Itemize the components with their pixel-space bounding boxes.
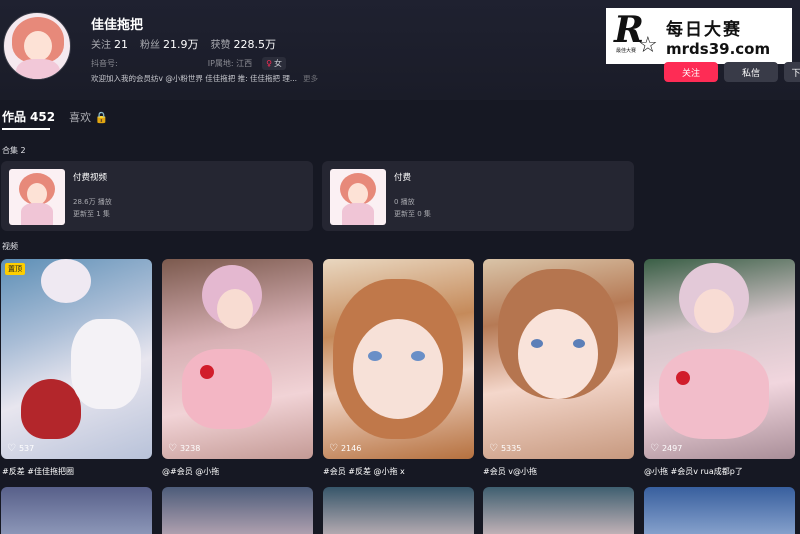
video-card[interactable]: 置顶 ♡ 537 xyxy=(1,259,152,459)
collection-updated: 更新至 0 集 xyxy=(394,210,431,218)
avatar[interactable] xyxy=(3,12,71,80)
video-likes: ♡ 2497 xyxy=(650,443,683,454)
more-button[interactable]: 下 xyxy=(784,62,800,82)
profile-bio: 欢迎加入我的会员纺v @小粉世界 佳佳拖把 推: 佳佳拖把 理... 更多 xyxy=(91,74,319,83)
collection-thumbnail xyxy=(330,169,386,225)
message-button[interactable]: 私信 xyxy=(724,62,778,82)
watermark-emblem: R ☆ 最佳大赛 xyxy=(614,9,658,58)
collections-label: 合集 2 xyxy=(2,146,26,155)
heart-icon: ♡ xyxy=(329,443,338,454)
star-icon: ☆ xyxy=(638,33,658,58)
video-card[interactable] xyxy=(644,487,795,534)
douyin-id-label: 抖音号: xyxy=(91,59,118,68)
heart-icon: ♡ xyxy=(7,443,16,454)
profile-name: 佳佳拖把 xyxy=(91,18,144,33)
video-caption[interactable]: @小拖 #会员v rua成都p了 xyxy=(644,466,743,477)
lock-icon: 🔒 xyxy=(94,111,109,124)
collection-plays: 28.6万 播放 xyxy=(73,198,112,206)
likes-stat: 获赞 228.5万 xyxy=(210,38,277,51)
follow-button[interactable]: 关注 xyxy=(664,62,718,82)
video-card[interactable] xyxy=(483,487,634,534)
watermark-url: mrds39.com xyxy=(666,39,771,58)
video-likes: ♡ 5335 xyxy=(489,443,522,454)
video-likes: ♡ 2146 xyxy=(329,443,362,454)
videos-label: 视频 xyxy=(2,242,18,251)
watermark-logo: R ☆ 最佳大赛 每日大赛 mrds39.com xyxy=(606,8,792,64)
ip-location: IP属地: 江西 xyxy=(207,59,253,68)
video-card[interactable]: ♡ 2497 xyxy=(644,259,795,459)
profile-stats: 关注 21 粉丝 21.9万 获赞 228.5万 xyxy=(91,36,276,52)
collection-updated: 更新至 1 集 xyxy=(73,210,110,218)
video-card[interactable] xyxy=(1,487,152,534)
video-likes: ♡ 3238 xyxy=(168,443,201,454)
collection-card[interactable]: 付费视频 28.6万 播放 更新至 1 集 xyxy=(1,161,313,231)
bio-more-link[interactable]: 更多 xyxy=(303,74,318,83)
video-card[interactable] xyxy=(162,487,313,534)
active-tab-indicator xyxy=(2,128,50,130)
video-caption[interactable]: #会员 #反差 @小拖 x xyxy=(323,466,405,477)
video-caption[interactable]: #会员 v@小拖 xyxy=(483,466,537,477)
heart-icon: ♡ xyxy=(168,443,177,454)
video-likes: ♡ 537 xyxy=(7,443,35,454)
collection-card[interactable]: 付费 0 播放 更新至 0 集 xyxy=(322,161,634,231)
female-icon: ♀ xyxy=(266,59,272,68)
profile-tabs: 作品 452 喜欢 🔒 xyxy=(2,108,108,125)
gender-badge: ♀ 女 xyxy=(262,57,286,70)
video-caption[interactable]: @#会员 @小拖 xyxy=(162,466,219,477)
fans-stat[interactable]: 粉丝 21.9万 xyxy=(140,36,199,52)
collection-title: 付费 xyxy=(394,173,412,183)
video-card[interactable]: ♡ 5335 xyxy=(483,259,634,459)
collection-thumbnail xyxy=(9,169,65,225)
video-card[interactable] xyxy=(323,487,474,534)
video-caption[interactable]: #反差 #佳佳拖把圈 xyxy=(2,466,74,477)
heart-icon: ♡ xyxy=(650,443,659,454)
heart-icon: ♡ xyxy=(489,443,498,454)
profile-meta: 抖音号: IP属地: 江西 ♀ 女 xyxy=(91,57,286,70)
pinned-badge: 置顶 xyxy=(5,263,25,275)
video-card[interactable]: ♡ 2146 xyxy=(323,259,474,459)
video-card[interactable]: ♡ 3238 xyxy=(162,259,313,459)
collection-plays: 0 播放 xyxy=(394,198,415,206)
following-stat[interactable]: 关注 21 xyxy=(91,36,128,52)
tab-works[interactable]: 作品 452 xyxy=(2,108,55,125)
watermark-title: 每日大赛 xyxy=(666,19,742,40)
collection-title: 付费视频 xyxy=(73,173,108,183)
tab-likes[interactable]: 喜欢 🔒 xyxy=(69,109,108,125)
